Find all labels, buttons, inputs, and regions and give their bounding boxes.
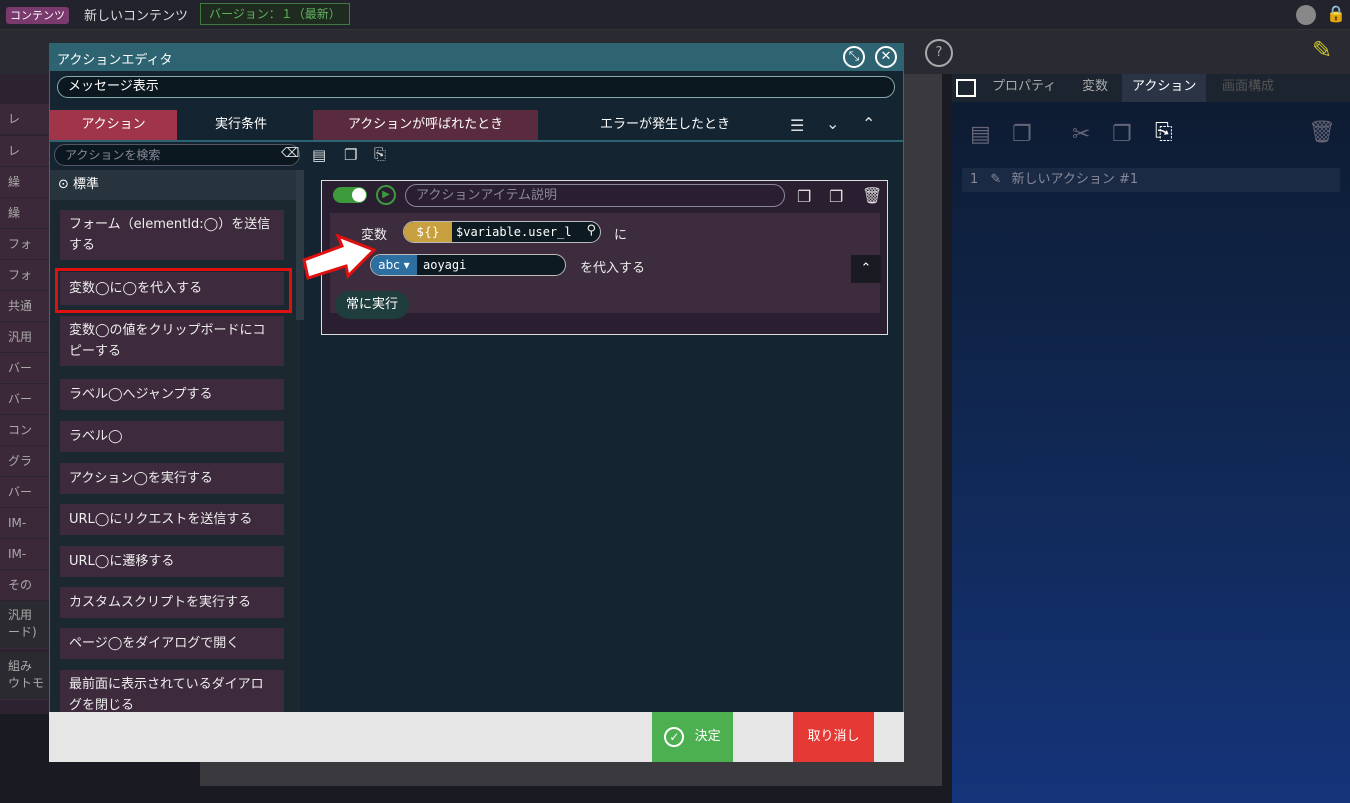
list-item-submit-form[interactable]: フォーム（elementId:◯）を送信する [60, 210, 284, 260]
value-input[interactable]: abc ▾ aoyagi [370, 254, 566, 276]
avatar[interactable] [1296, 5, 1316, 25]
category-label: 標準 [73, 177, 100, 192]
edit-icon[interactable]: ✎ [1312, 36, 1332, 64]
trash-icon[interactable]: 🗑 [1308, 120, 1336, 145]
palette: レ レ 繰 繰 フォ フォ 共通 汎用 バー バー コン グラ バー IM- I… [0, 74, 50, 714]
copy-item-icon[interactable]: ❐ [344, 146, 357, 164]
palette-item[interactable]: 繰 [0, 167, 50, 197]
collapse-all-icon[interactable]: ⌃ [862, 114, 875, 133]
list-view-icon[interactable]: ☰ [790, 116, 804, 135]
tab-on-call[interactable]: アクションが呼ばれたとき [313, 110, 538, 140]
panel-toggle-icon[interactable] [956, 79, 976, 97]
action-label: 新しいアクション #1 [1011, 172, 1139, 187]
tab-properties[interactable]: プロパティ [982, 74, 1066, 102]
tab-divider [50, 140, 903, 142]
action-search-input[interactable]: アクションを検索 [54, 144, 300, 166]
palette-item[interactable]: コン [0, 415, 50, 445]
variable-value: $variable.user_l [456, 225, 572, 239]
list-item-custom-script[interactable]: カスタムスクリプトを実行する [60, 587, 284, 618]
tab-on-error[interactable]: エラーが発生したとき [545, 110, 785, 140]
copy-item-icon[interactable]: ❐ [797, 187, 811, 206]
enable-toggle[interactable] [333, 187, 367, 203]
palette-item[interactable]: レ [0, 136, 50, 166]
trash-icon[interactable]: 🗑 [862, 186, 882, 205]
toggle-knob [352, 188, 366, 202]
version-indicator: バージョン：１（最新） [200, 3, 350, 25]
action-index: 1 [970, 172, 979, 187]
content-title: 新しいコンテンツ [84, 9, 189, 24]
close-icon[interactable]: ✕ [875, 46, 897, 68]
list-item-open-dialog[interactable]: ページ◯をダイアログで開く [60, 628, 284, 659]
variable-input[interactable]: ${} $variable.user_l ⚲ [403, 221, 601, 243]
check-icon: ✓ [664, 726, 685, 747]
duplicate-item-icon[interactable]: ❐ [829, 187, 843, 206]
palette-item[interactable]: IM- [0, 539, 50, 569]
palette-item[interactable]: 組み ウトモ [0, 652, 50, 700]
list-item-send-request[interactable]: URL◯にリクエストを送信する [60, 504, 284, 535]
palette-item[interactable]: 汎用 ード) [0, 601, 50, 649]
pencil-icon: ✎ [990, 172, 1002, 187]
ni-label: に [614, 228, 628, 243]
copy-icon[interactable]: ❐ [1012, 122, 1032, 147]
shrink-icon[interactable]: ⤡ [843, 46, 865, 68]
list-item-navigate-url[interactable]: URL◯に遷移する [60, 546, 284, 577]
palette-item[interactable]: IM- [0, 508, 50, 538]
palette-item[interactable]: レ [0, 104, 50, 134]
list-item-jump-label[interactable]: ラベル◯へジャンプする [60, 379, 284, 410]
palette-item[interactable]: バー [0, 384, 50, 414]
paste-icon[interactable]: ❐ [1112, 122, 1132, 147]
play-icon[interactable]: ▶ [376, 185, 396, 205]
palette-item[interactable]: フォ [0, 260, 50, 290]
category-standard[interactable]: ⊙ 標準 [50, 170, 300, 200]
cancel-button[interactable]: 取り消し [793, 712, 874, 762]
ok-button[interactable]: ✓ 決定 [652, 712, 733, 762]
chevron-down-icon: ⊙ [58, 177, 69, 192]
paste-item-icon[interactable]: ⎘ [374, 145, 386, 163]
help-icon[interactable]: ? [925, 39, 953, 67]
assign-suffix: を代入する [580, 261, 646, 276]
lock-icon[interactable]: 🔒 [1326, 4, 1346, 23]
clear-search-icon[interactable]: ⌫ [281, 146, 299, 161]
variable-type-tag[interactable]: ${} [404, 222, 452, 242]
arrow-annotation [302, 233, 377, 280]
palette-item[interactable]: 繰 [0, 198, 50, 228]
tab-actions[interactable]: アクション [1122, 74, 1207, 102]
list-item-copy-clipboard[interactable]: 変数◯の値をクリップボードにコピーする [60, 316, 284, 366]
action-name-field[interactable]: メッセージ表示 [57, 76, 895, 98]
list-item-run-action[interactable]: アクション◯を実行する [60, 463, 284, 494]
palette-item[interactable]: バー [0, 477, 50, 507]
palette-item[interactable]: 汎用 [0, 322, 50, 352]
tab-exec-condition[interactable]: 実行条件 [177, 110, 305, 140]
item-description-input[interactable]: アクションアイテム説明 [405, 184, 785, 207]
expand-all-icon[interactable]: ⌄ [826, 114, 839, 133]
palette-item[interactable]: グラ [0, 446, 50, 476]
dialog-title: アクションエディタ [57, 53, 173, 68]
content-badge: コンテンツ [6, 7, 69, 24]
paste-from-clipboard-icon[interactable]: ⎘ [1155, 120, 1173, 145]
dialog-header: アクションエディタ ⤡ ✕ [49, 43, 904, 71]
tab-variables[interactable]: 変数 [1072, 74, 1118, 102]
right-panel-tabs: プロパティ 変数 アクション 画面構成 [952, 74, 1350, 102]
list-item-close-dialog[interactable]: 最前面に表示されているダイアログを閉じる [60, 670, 284, 712]
palette-item[interactable]: その [0, 570, 50, 600]
collapse-icon[interactable]: ⌃ [851, 255, 881, 283]
palette-item[interactable]: フォ [0, 229, 50, 259]
palette-item[interactable]: 共通 [0, 291, 50, 321]
tab-screen-structure[interactable]: 画面構成 [1212, 74, 1284, 102]
cut-icon[interactable]: ✂ [1072, 122, 1090, 147]
condition-badge[interactable]: 常に実行 [335, 291, 409, 319]
palette-item[interactable]: バー [0, 353, 50, 383]
top-bar: コンテンツ 新しいコンテンツ バージョン：１（最新） 🔒 [0, 0, 1350, 30]
dialog-footer [49, 712, 904, 762]
add-action-icon[interactable]: ▤ [970, 122, 991, 147]
highlight-box [55, 268, 292, 313]
list-item-label[interactable]: ラベル◯ [60, 421, 284, 452]
ok-label: 決定 [694, 729, 721, 744]
tab-action[interactable]: アクション [50, 110, 177, 140]
search-icon[interactable]: ⚲ [586, 223, 596, 238]
value-text: aoyagi [423, 258, 467, 272]
action-list-item[interactable]: 1 ✎ 新しいアクション #1 [962, 168, 1340, 192]
delete-item-icon[interactable]: ▤ [312, 146, 326, 164]
